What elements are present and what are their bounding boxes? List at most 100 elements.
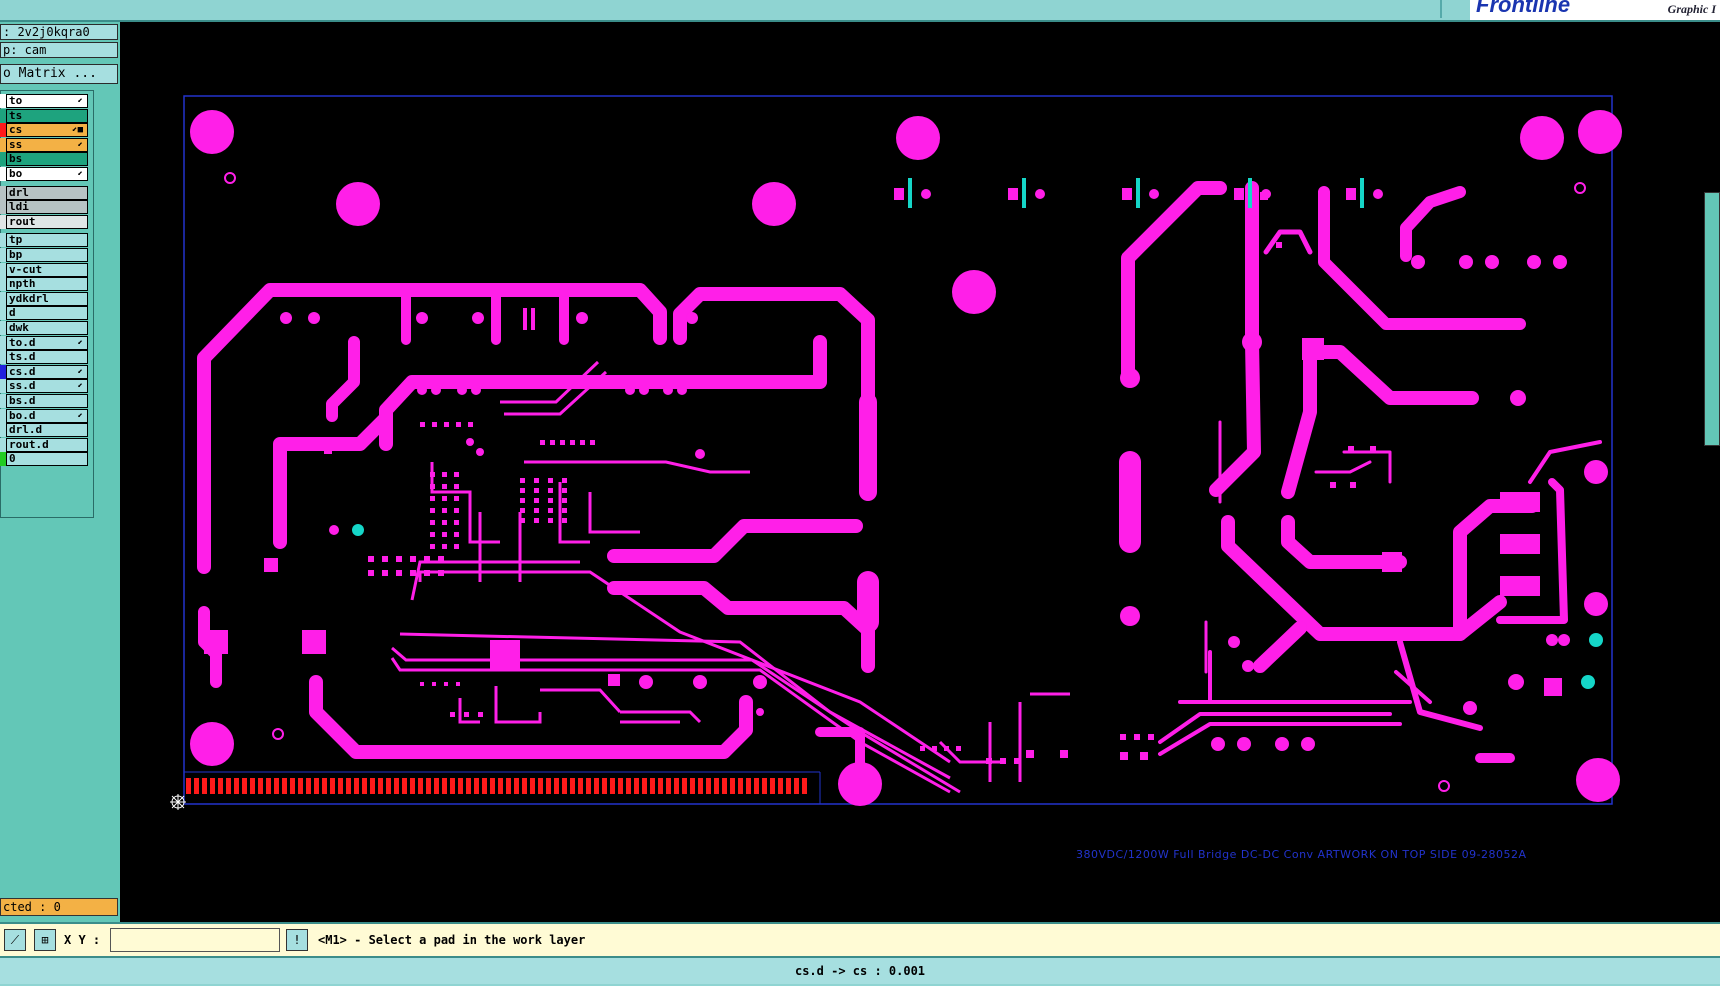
connector-pin (410, 778, 415, 794)
layer-drl[interactable]: drl (6, 185, 88, 200)
cyan-pad (1589, 633, 1603, 647)
connector-pin (722, 778, 727, 794)
alert-icon[interactable]: ! (286, 929, 308, 951)
layer-bp[interactable]: bp (6, 248, 88, 262)
status-bar: ⟋ ⊞ X Y : ! <M1> - Select a pad in the w… (0, 922, 1720, 956)
smd-pad (534, 498, 539, 503)
smd-pad (548, 478, 553, 483)
connector-pin (562, 778, 567, 794)
connector-pin (594, 778, 599, 794)
pad (1527, 255, 1541, 269)
smd-pad (442, 544, 447, 549)
pcb-board[interactable] (120, 22, 1720, 920)
board-caption: 380VDC/1200W Full Bridge DC-DC Conv ARTW… (1076, 848, 1527, 861)
signal-trace (524, 460, 750, 474)
layer-label: to.d (9, 335, 36, 349)
connector-pin (786, 778, 791, 794)
layer-label: ss (9, 137, 23, 151)
connector-pin (450, 778, 455, 794)
layer-ldi[interactable]: ldi (6, 200, 88, 215)
trace (1400, 186, 1466, 262)
pad (457, 385, 467, 395)
smd-pad (430, 508, 435, 513)
pad (1346, 188, 1356, 200)
xy-input[interactable] (110, 928, 280, 952)
pad (1500, 492, 1540, 512)
smd-pad (456, 682, 460, 686)
smd-pad (456, 422, 461, 427)
layer-bs-d[interactable]: bs.d (6, 394, 88, 408)
layer-ts-d[interactable]: ts.d (6, 350, 88, 365)
trace (1314, 460, 1372, 474)
layer-ydkdrl[interactable]: ydkdrl (6, 291, 88, 306)
connector-pin (634, 778, 639, 794)
smd-pad (382, 556, 388, 562)
layer-bo-d[interactable]: bo.d ⬋ (6, 408, 88, 423)
trace (197, 283, 667, 574)
pad (1242, 332, 1262, 352)
layer-npth[interactable]: npth (6, 277, 88, 292)
layer-rout[interactable]: rout (6, 214, 88, 229)
snap-grid-icon[interactable]: ⊞ (34, 929, 56, 951)
pad (1546, 634, 1558, 646)
fiducial (224, 172, 236, 184)
pad (490, 640, 520, 670)
layer-v-cut[interactable]: v-cut (6, 262, 88, 277)
layer-0[interactable]: 0 (6, 452, 88, 467)
layer-d[interactable]: d (6, 306, 88, 321)
connector-pin (490, 778, 495, 794)
layer-ss-d[interactable]: ss.d ⬋ (6, 379, 88, 394)
layer-drl-d[interactable]: drl.d (6, 423, 88, 438)
layer-label: ss.d (9, 379, 36, 393)
right-side-tab[interactable] (1704, 192, 1720, 446)
layer-dwk[interactable]: dwk (6, 321, 88, 335)
layer-ss[interactable]: ss ⬋ (6, 137, 88, 152)
connector-pin (514, 778, 519, 794)
pad (471, 385, 481, 395)
connector-pin (570, 778, 575, 794)
mounting-hole (752, 182, 796, 226)
connector-pin (274, 778, 279, 794)
connector-pin (194, 778, 199, 794)
connector-pin (530, 778, 535, 794)
connector-pin (266, 778, 271, 794)
layer-ts[interactable]: ts (6, 108, 88, 123)
trace (379, 335, 827, 451)
layer-label: ydkdrl (9, 291, 49, 305)
pad (677, 385, 687, 395)
connector-pin (402, 778, 407, 794)
signal-trace (410, 560, 580, 601)
smd-pad (454, 472, 459, 477)
smd-pad (520, 518, 525, 523)
smd-pad (534, 508, 539, 513)
layer-bs[interactable]: bs (6, 152, 88, 167)
layer-to-d[interactable]: to.d ⬋ (6, 335, 88, 350)
measure-icon[interactable]: ⟋ (4, 929, 26, 951)
connector-pin (738, 778, 743, 794)
menu-strip[interactable] (0, 0, 1442, 18)
fiducial (272, 728, 284, 740)
pad (639, 385, 649, 395)
pad (431, 385, 441, 395)
graphic-canvas[interactable]: 380VDC/1200W Full Bridge DC-DC Conv ARTW… (120, 22, 1720, 920)
trace (1253, 621, 1307, 673)
connector-pin (218, 778, 223, 794)
layer-cs-d[interactable]: cs.d ⬋ (6, 364, 88, 379)
pad (1485, 255, 1499, 269)
layer-cs[interactable]: cs ⬋■ (6, 123, 88, 138)
connector-pin (522, 778, 527, 794)
trace (1303, 345, 1479, 405)
layer-rout-d[interactable]: rout.d (6, 437, 88, 452)
smd-pad (550, 440, 555, 445)
layer-tp[interactable]: tp (6, 233, 88, 248)
connector-pin (538, 778, 543, 794)
layer-to[interactable]: to ⬋ (6, 94, 88, 108)
connector-pin (754, 778, 759, 794)
matrix-button[interactable]: o Matrix ... (0, 64, 118, 84)
layer-bo[interactable]: bo ⬋ (6, 167, 88, 181)
smd-pad (1350, 482, 1356, 488)
layer-label: rout.d (9, 437, 49, 451)
smd-pad (548, 518, 553, 523)
connector-pin (626, 778, 631, 794)
connector-pin (794, 778, 799, 794)
